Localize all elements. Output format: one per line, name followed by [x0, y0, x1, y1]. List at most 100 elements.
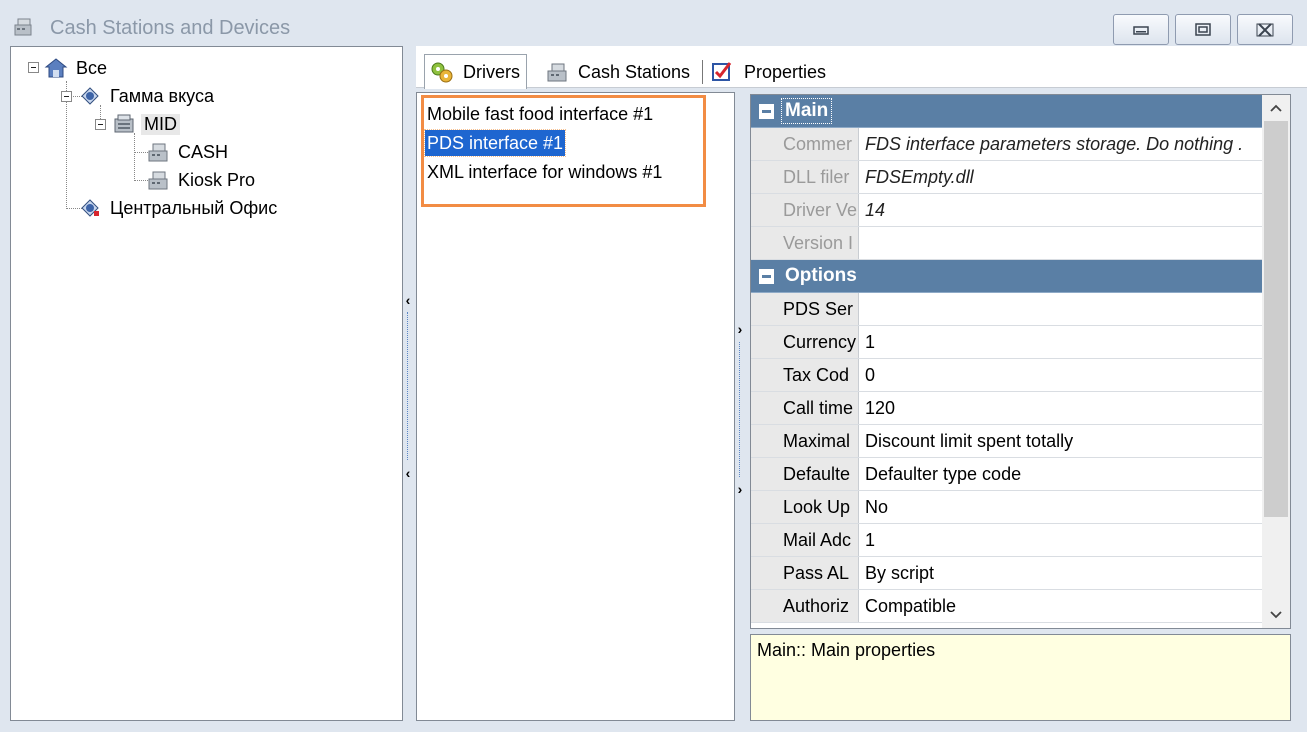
property-row[interactable]: Authoriz Compatible [751, 590, 1262, 623]
collapse-left-icon[interactable]: ‹ [403, 293, 413, 307]
tab-cash-stations[interactable]: Cash Stations [540, 56, 696, 88]
property-row[interactable]: Call time 120 [751, 392, 1262, 425]
scroll-thumb[interactable] [1264, 121, 1288, 517]
property-value[interactable]: Compatible [859, 590, 1262, 622]
property-row[interactable]: Currency 1 [751, 326, 1262, 359]
property-row[interactable]: Tax Cod 0 [751, 359, 1262, 392]
collapse-toggle[interactable] [61, 91, 72, 102]
splitter-grip [407, 312, 408, 460]
list-item-driver[interactable]: XML interface for windows #1 [425, 159, 664, 185]
property-row[interactable]: PDS Ser [751, 293, 1262, 326]
property-row[interactable]: Mail Adc 1 [751, 524, 1262, 557]
collapse-toggle[interactable] [95, 119, 106, 130]
title-bar: Cash Stations and Devices [0, 0, 1307, 46]
category-label: Options [785, 265, 857, 286]
property-row[interactable]: Defaulte Defaulter type code [751, 458, 1262, 491]
property-row[interactable]: Pass AL By script [751, 557, 1262, 590]
gears-icon [431, 62, 453, 83]
properties-splitter[interactable]: › › [735, 94, 745, 721]
property-name: Driver Ve [751, 194, 859, 226]
property-name: Version I [751, 227, 859, 259]
minimize-icon [1133, 25, 1149, 35]
category-label: Main [780, 98, 833, 124]
close-button[interactable] [1237, 14, 1293, 45]
collapse-toggle[interactable] [759, 268, 774, 284]
chevron-up-icon [1270, 104, 1282, 112]
property-row[interactable]: Maximal Discount limit spent totally [751, 425, 1262, 458]
property-value[interactable]: 1 [859, 326, 1262, 358]
category-options[interactable]: Options [751, 260, 1262, 293]
tab-bar: Drivers Cash Stations Properties [416, 46, 1307, 89]
list-item-driver[interactable]: Mobile fast food interface #1 [425, 101, 655, 127]
property-grid[interactable]: Main Commer FDS interface parameters sto… [750, 94, 1291, 629]
property-value[interactable]: 14 [859, 194, 1262, 226]
scroll-down-button[interactable] [1262, 602, 1290, 628]
property-name: Tax Cod [751, 359, 859, 391]
property-value[interactable]: No [859, 491, 1262, 523]
cash-register-icon [547, 63, 567, 82]
property-name: Defaulte [751, 458, 859, 490]
property-value[interactable]: By script [859, 557, 1262, 589]
list-item-driver-selected[interactable]: PDS interface #1 [423, 129, 567, 157]
category-main[interactable]: Main [751, 95, 1262, 128]
property-value[interactable] [859, 293, 1262, 325]
property-row[interactable]: DLL filer FDSEmpty.dll [751, 161, 1262, 194]
tab-drivers[interactable]: Drivers [424, 54, 527, 89]
tree-node-cash[interactable]: CASH [145, 139, 231, 165]
splitter-grip [739, 342, 740, 477]
property-name: Currency [751, 326, 859, 358]
property-row[interactable]: Driver Ve 14 [751, 194, 1262, 227]
cash-register-icon [148, 143, 168, 162]
scroll-up-button[interactable] [1262, 95, 1290, 121]
tree-line [134, 133, 135, 181]
tree-node-group-gamma[interactable]: Гамма вкуса [77, 83, 217, 109]
checkbox-icon [712, 62, 732, 81]
property-name: Look Up [751, 491, 859, 523]
chevron-down-icon [1270, 611, 1282, 619]
window-title: Cash Stations and Devices [50, 17, 291, 39]
tree-node-label: Гамма вкуса [110, 85, 214, 106]
property-value[interactable]: 120 [859, 392, 1262, 424]
tree-node-mid[interactable]: MID [111, 111, 180, 137]
property-value[interactable]: Defaulter type code [859, 458, 1262, 490]
property-name: DLL filer [751, 161, 859, 193]
tree-node-label: MID [141, 113, 180, 135]
tab-properties[interactable]: Properties [706, 56, 832, 88]
collapse-toggle[interactable] [28, 62, 39, 73]
expand-right-icon[interactable]: › [735, 322, 745, 336]
tree-node-label: Центральный Офис [110, 197, 278, 218]
property-value[interactable]: FDSEmpty.dll [859, 161, 1262, 193]
property-name: Maximal [751, 425, 859, 457]
property-value[interactable]: Discount limit spent totally [859, 425, 1262, 457]
minimize-button[interactable] [1113, 14, 1169, 45]
tree-node-group-office[interactable]: Центральный Офис [77, 195, 280, 221]
collapse-toggle[interactable] [759, 103, 774, 119]
tab-label: Cash Stations [578, 61, 691, 82]
tree-node-kiosk[interactable]: Kiosk Pro [145, 167, 258, 193]
property-value[interactable]: FDS interface parameters storage. Do not… [859, 128, 1262, 160]
property-name: Authoriz [751, 590, 859, 622]
property-row[interactable]: Version I [751, 227, 1262, 260]
property-name: Commer [751, 128, 859, 160]
driver-list[interactable]: Mobile fast food interface #1 PDS interf… [416, 92, 735, 721]
tree-node-label: Все [76, 57, 108, 78]
property-value[interactable]: 1 [859, 524, 1262, 556]
tree-splitter[interactable]: ‹ ‹ [403, 46, 413, 721]
station-tree[interactable]: Все Гамма вкуса MID CASH Kiosk Pro Центр… [10, 46, 403, 721]
property-description: Main:: Main properties [750, 634, 1291, 721]
property-row[interactable]: Look Up No [751, 491, 1262, 524]
tree-node-root[interactable]: Все [43, 55, 110, 81]
property-value[interactable] [859, 227, 1262, 259]
server-icon [114, 114, 134, 133]
tab-label: Properties [744, 61, 827, 82]
expand-right-icon[interactable]: › [735, 482, 745, 496]
property-name: Call time [751, 392, 859, 424]
collapse-left-icon[interactable]: ‹ [403, 466, 413, 480]
property-value[interactable]: 0 [859, 359, 1262, 391]
maximize-button[interactable] [1175, 14, 1231, 45]
property-row[interactable]: Commer FDS interface parameters storage.… [751, 128, 1262, 161]
tab-label: Drivers [463, 61, 520, 82]
tree-node-label: Kiosk Pro [178, 169, 256, 190]
property-grid-scrollbar[interactable] [1262, 95, 1290, 628]
tree-node-label: CASH [178, 141, 229, 162]
